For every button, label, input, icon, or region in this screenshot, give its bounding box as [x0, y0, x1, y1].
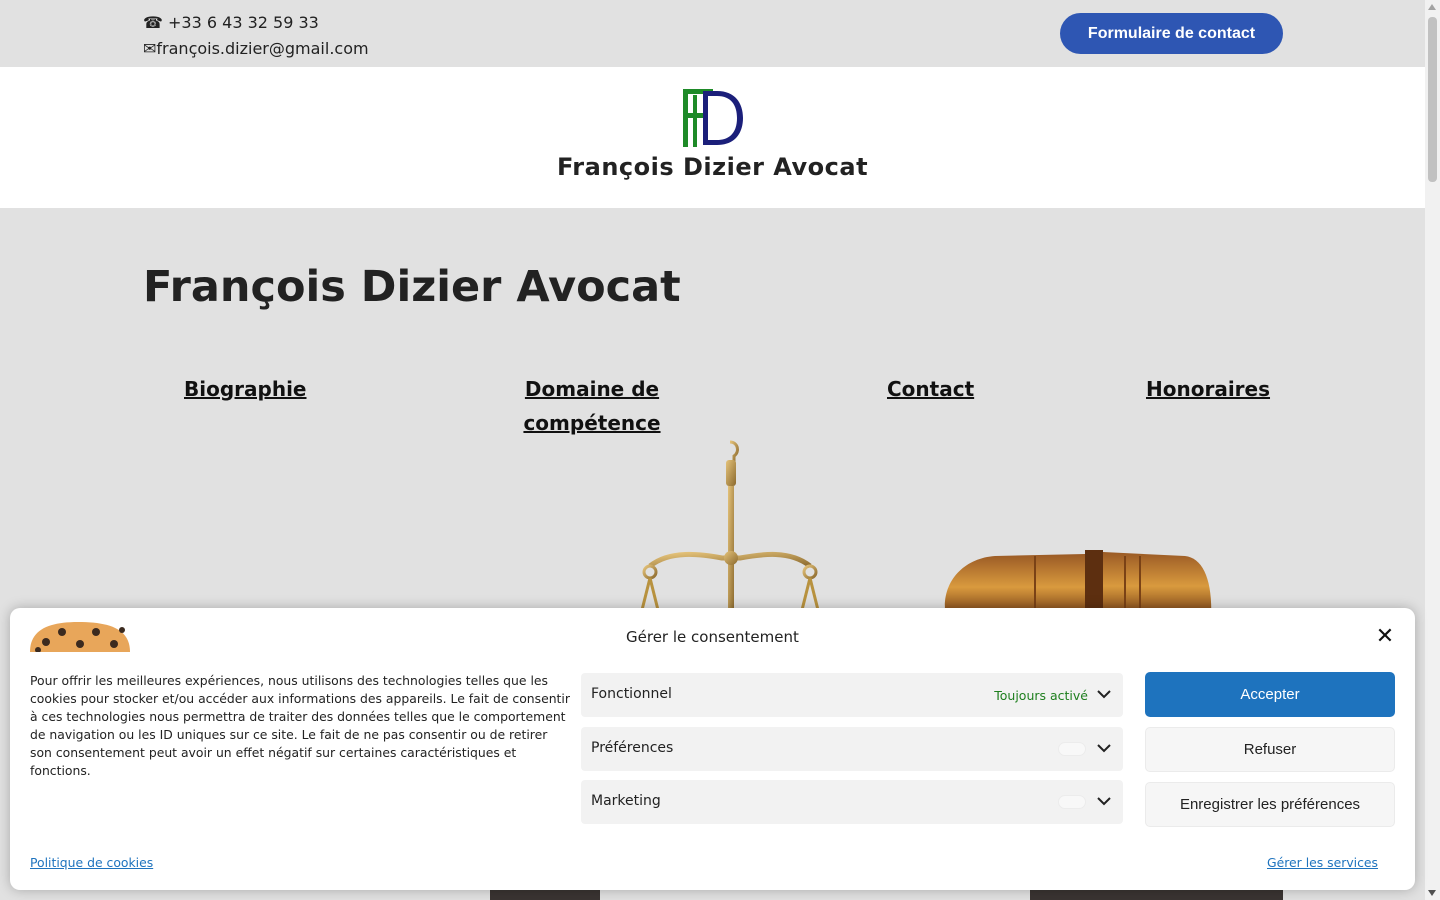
accept-button[interactable]: Accepter	[1145, 672, 1395, 717]
category-functional[interactable]: Fonctionnel Toujours activé	[581, 673, 1123, 717]
preferences-toggle[interactable]	[1058, 742, 1086, 756]
marketing-toggle[interactable]	[1058, 795, 1086, 809]
close-icon[interactable]: ✕	[1374, 626, 1396, 648]
chevron-down-icon[interactable]	[1095, 739, 1113, 757]
site-title[interactable]: François Dizier Avocat	[0, 153, 1425, 181]
cookie-title: Gérer le consentement	[626, 628, 799, 646]
nav-link-honoraires[interactable]: Honoraires	[1146, 372, 1270, 406]
category-label: Préférences	[591, 740, 674, 756]
category-label: Marketing	[591, 793, 661, 809]
contact-form-button[interactable]: Formulaire de contact	[1060, 13, 1283, 54]
nav-link-biographie[interactable]: Biographie	[184, 372, 307, 406]
refuse-button[interactable]: Refuser	[1145, 727, 1395, 772]
site-logo[interactable]	[681, 87, 745, 149]
scroll-down-arrow-icon[interactable]	[1428, 890, 1436, 896]
scroll-thumb[interactable]	[1428, 17, 1437, 182]
page-title: François Dizier Avocat	[143, 262, 681, 312]
category-preferences[interactable]: Préférences	[581, 727, 1123, 771]
category-label: Fonctionnel	[591, 686, 672, 702]
page-scrollbar[interactable]	[1425, 0, 1440, 900]
nav-link-contact[interactable]: Contact	[887, 372, 974, 406]
email-text: ✉françois.dizier@gmail.com	[143, 39, 369, 58]
always-active-label: Toujours activé	[994, 688, 1088, 703]
scroll-up-arrow-icon[interactable]	[1428, 4, 1436, 10]
cookie-policy-link[interactable]: Politique de cookies	[30, 855, 153, 870]
phone-text: ☎ +33 6 43 32 59 33	[143, 13, 319, 32]
save-preferences-button[interactable]: Enregistrer les préférences	[1145, 782, 1395, 827]
balance-scale-image	[638, 440, 822, 618]
manage-services-link[interactable]: Gérer les services	[1267, 855, 1378, 870]
category-marketing[interactable]: Marketing	[581, 780, 1123, 824]
cookie-consent-banner: Gérer le consentement ✕ Pour offrir les …	[10, 608, 1415, 890]
cookie-icon	[30, 622, 130, 652]
chevron-down-icon[interactable]	[1095, 792, 1113, 810]
nav-link-domaine[interactable]: Domaine de compétence	[522, 372, 662, 440]
cookie-description: Pour offrir les meilleures expériences, …	[30, 673, 570, 778]
contact-info: ☎ +33 6 43 32 59 33 ✉françois.dizier@gma…	[143, 10, 369, 62]
chevron-down-icon[interactable]	[1095, 685, 1113, 703]
top-bar: ☎ +33 6 43 32 59 33 ✉françois.dizier@gma…	[0, 0, 1425, 67]
site-header: François Dizier Avocat	[0, 67, 1425, 208]
